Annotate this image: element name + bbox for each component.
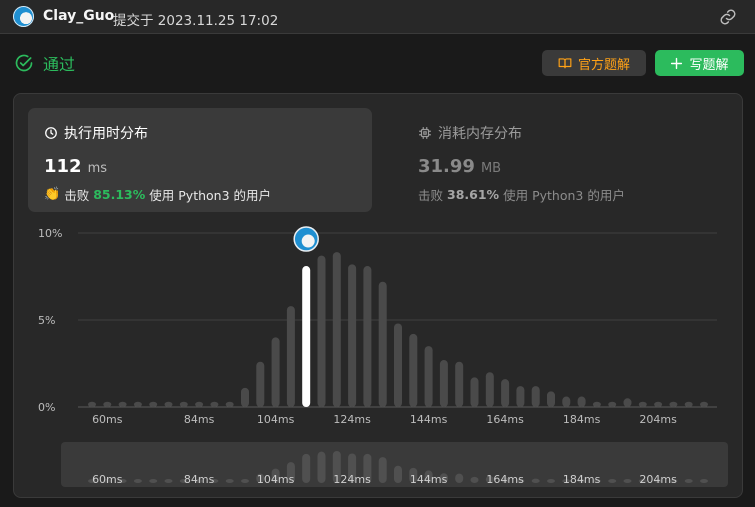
y-tick-label: 10% — [38, 227, 62, 240]
y-tick-label: 5% — [38, 314, 55, 327]
overview-bar — [623, 479, 632, 483]
x-tick-label: 164ms — [486, 413, 524, 426]
result-area: 通过 官方题解 写题解 执行用时分布 112 ms 👏 击败 85.13% 使用… — [0, 35, 755, 507]
check-circle-icon — [15, 54, 33, 72]
runtime-distribution-chart[interactable]: 0% 5% 10% 60ms 84ms 104ms 124ms 144ms 164ms 184ms… — [14, 94, 742, 497]
bar[interactable] — [562, 396, 571, 408]
bar[interactable] — [608, 401, 617, 408]
overview-tick-label: 84ms — [184, 473, 215, 486]
y-tick-label: 0% — [38, 401, 55, 414]
bar[interactable] — [133, 401, 142, 408]
x-tick-label: 104ms — [257, 413, 295, 426]
bar[interactable] — [700, 401, 708, 408]
overview-tick-label: 164ms — [486, 473, 524, 486]
overview-bar — [394, 465, 402, 483]
overview-bar — [149, 479, 158, 483]
submission-header: Clay_Guo 提交于 2023.11.25 17:02 — [0, 0, 755, 34]
overview-bar — [531, 478, 540, 483]
status-accepted: 通过 — [14, 51, 75, 75]
x-tick-label: 184ms — [563, 413, 601, 426]
overview-bar — [317, 451, 326, 483]
bar[interactable] — [684, 401, 693, 408]
bar[interactable] — [378, 281, 387, 408]
overview-tick-label: 104ms — [257, 473, 295, 486]
bar[interactable] — [103, 401, 112, 408]
bar[interactable] — [225, 401, 234, 408]
link-icon[interactable] — [718, 8, 738, 26]
overview-bar — [164, 479, 173, 483]
x-tick-label: 204ms — [639, 413, 677, 426]
bar[interactable] — [623, 398, 632, 408]
bar[interactable] — [164, 401, 173, 408]
overview-bar — [608, 479, 617, 483]
avatar-marker-face — [301, 234, 315, 248]
bar[interactable] — [348, 264, 357, 408]
bar[interactable] — [88, 401, 96, 408]
bar[interactable] — [286, 306, 295, 408]
bar[interactable] — [501, 379, 510, 408]
bar[interactable] — [669, 401, 678, 408]
overview-bar — [378, 457, 387, 483]
bar[interactable] — [179, 401, 188, 408]
bar[interactable] — [654, 401, 663, 408]
selected-bar[interactable] — [302, 266, 311, 408]
overview-bar — [225, 479, 234, 483]
status-label: 通过 — [43, 55, 76, 74]
overview-bar — [302, 453, 311, 483]
plus-icon — [671, 57, 683, 69]
overview-bar — [684, 479, 693, 483]
overview-bar — [133, 479, 142, 483]
bar[interactable] — [149, 401, 158, 408]
bar[interactable] — [485, 372, 494, 408]
overview-tick-label: 124ms — [333, 473, 371, 486]
write-solution-button[interactable]: 写题解 — [655, 50, 744, 76]
official-solutions-button[interactable]: 官方题解 — [542, 50, 646, 76]
overview-bar — [241, 479, 249, 483]
bar[interactable] — [592, 401, 601, 408]
bar[interactable] — [439, 360, 448, 408]
bar[interactable] — [424, 346, 433, 408]
bar[interactable] — [317, 255, 326, 408]
overview-bar — [547, 479, 555, 483]
x-tick-label: 144ms — [410, 413, 448, 426]
bar[interactable] — [531, 386, 540, 408]
overview-bar — [455, 473, 464, 483]
bar[interactable] — [271, 337, 280, 408]
bar[interactable] — [638, 401, 647, 408]
bar[interactable] — [256, 361, 265, 408]
bar[interactable] — [409, 333, 418, 408]
overview-tick-label: 60ms — [92, 473, 123, 486]
overview-tick-label: 144ms — [410, 473, 448, 486]
overview-bar — [470, 476, 479, 483]
username[interactable]: Clay_Guo — [43, 8, 114, 24]
bar[interactable] — [363, 266, 372, 408]
performance-panel: 执行用时分布 112 ms 👏 击败 85.13% 使用 Python3 的用户 … — [13, 93, 743, 498]
bar[interactable] — [470, 377, 479, 408]
official-solutions-label: 官方题解 — [577, 57, 630, 73]
bar[interactable] — [332, 252, 341, 408]
bar[interactable] — [210, 401, 219, 408]
write-solution-label: 写题解 — [689, 57, 729, 73]
overview-tick-label: 204ms — [639, 473, 677, 486]
x-tick-label: 124ms — [333, 413, 371, 426]
overview-tick-label: 184ms — [563, 473, 601, 486]
bar[interactable] — [577, 396, 586, 408]
x-tick-label: 84ms — [184, 413, 215, 426]
x-tick-label: 60ms — [92, 413, 123, 426]
overview-bar — [700, 479, 708, 483]
bar[interactable] — [516, 386, 525, 408]
submitted-time: 提交于 2023.11.25 17:02 — [113, 13, 279, 29]
bar[interactable] — [118, 401, 127, 408]
bar[interactable] — [547, 391, 555, 408]
avatar[interactable] — [13, 6, 34, 27]
bar[interactable] — [241, 387, 249, 408]
bar[interactable] — [195, 401, 204, 408]
bar[interactable] — [394, 323, 402, 408]
book-icon — [558, 58, 572, 69]
bar[interactable] — [455, 361, 464, 408]
